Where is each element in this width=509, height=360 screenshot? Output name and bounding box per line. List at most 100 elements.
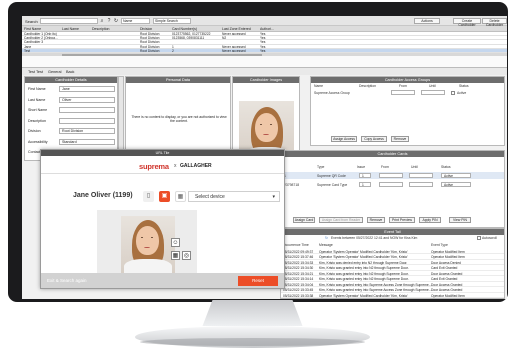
event-row[interactable]: 05/31/2022 15:34:21 Kim, Kristo was grant… (281, 271, 504, 276)
event-row[interactable]: 05/31/2022 15:33:38 Operator 'System Oper… (281, 293, 504, 298)
col-last-zone[interactable]: Last Zone Entered (222, 27, 251, 31)
cards-col-type[interactable]: Type (317, 165, 324, 169)
actions-button[interactable]: Actions (414, 18, 440, 24)
ag-active-checkbox[interactable] (451, 90, 455, 95)
search-input[interactable] (40, 18, 98, 24)
card-num: 23798718 (284, 182, 300, 187)
tab-general[interactable]: General (48, 70, 62, 74)
remove-access-button[interactable]: Remove (391, 136, 409, 142)
detail-field[interactable]: Root Division (59, 128, 115, 134)
tab-back[interactable]: Back (66, 70, 74, 74)
event-row[interactable]: 05/31/2022 09:49:37 Operator 'System Oper… (281, 249, 504, 254)
autoscroll-label: Autoscroll (482, 236, 497, 240)
card-from-field[interactable] (379, 182, 403, 187)
event-time: 05/31/2022 15:33:45 (283, 288, 314, 292)
card-issue[interactable]: 1 (359, 173, 371, 178)
autoscroll-checkbox[interactable] (477, 236, 481, 240)
ag-from-field[interactable] (391, 90, 415, 95)
search-toolbar: Search ⌕ ? ↻ Name Simple Search Actions … (22, 16, 507, 27)
device-select[interactable]: Select device ▾ (188, 191, 280, 202)
event-tail-panel: Event Tail ↻ Events between 05/27/2022 1… (280, 228, 505, 299)
col-cards[interactable]: Card Number(s) (172, 27, 197, 31)
cards-title: Cardholder Cards (281, 151, 504, 157)
monitor-bezel: Search ⌕ ? ↻ Name Simple Search Actions … (8, 2, 508, 302)
ag-col-until[interactable]: Until (429, 84, 436, 88)
detail-field[interactable]: Jane (59, 86, 115, 92)
cards-col-until[interactable]: Until (411, 165, 418, 169)
event-time: 05/31/2022 09:49:37 (283, 249, 314, 254)
ag-until-field[interactable] (421, 90, 445, 95)
ev-col-time[interactable]: Occurrence Time (283, 243, 309, 247)
event-row[interactable]: 05/31/2022 15:33:45 Kim, Kristo was grant… (281, 287, 504, 293)
card-status[interactable]: Active (441, 182, 471, 187)
detail-field[interactable]: Oliver (59, 96, 115, 103)
card-from-field[interactable] (379, 173, 403, 178)
search-icon[interactable]: ⌕ (99, 18, 105, 24)
view-pin-button[interactable]: View PIN (449, 217, 471, 223)
cards-col-status[interactable]: Status (441, 165, 451, 169)
event-type: Card Exit Granted (431, 277, 458, 281)
event-row[interactable]: 05/31/2022 15:34:30 Kim, Kristo was grant… (281, 265, 504, 271)
person-name: Jane Oliver (1199) (73, 192, 133, 199)
col-first-name[interactable]: First Name (24, 27, 41, 31)
event-type: Door Access Granted (431, 271, 463, 276)
print-preview-button[interactable]: Print Preview (389, 217, 415, 223)
remove-card-button[interactable]: Remove (367, 217, 385, 223)
assign-card-from-reader-button[interactable]: Assign Card from Reader (319, 217, 363, 223)
face-card-icon[interactable]: ▣ (159, 191, 170, 202)
mobile-device-icon[interactable]: ▯ (143, 191, 154, 202)
ag-col-name[interactable]: Name (314, 84, 323, 88)
person-icon[interactable]: ☺ (171, 238, 180, 247)
card-until-field[interactable] (409, 182, 433, 187)
col-description[interactable]: Description (92, 27, 110, 31)
detail-field[interactable] (59, 107, 115, 113)
ag-col-description[interactable]: Description (359, 84, 376, 88)
footer-hint-text: Exit & Search again (47, 278, 87, 283)
col-authorised[interactable]: Authori... (260, 27, 274, 31)
card-issue[interactable]: 1 (359, 182, 371, 187)
card-until-field[interactable] (409, 173, 433, 178)
cardholder-cards-panel: Cardholder Cards Type Issue From Until S… (280, 150, 505, 228)
ag-row-name[interactable]: Supreme Access Group (314, 91, 350, 95)
card-row[interactable]: 23798718 Supreme Card Type 1 Active (281, 181, 504, 188)
create-cardholder-button[interactable]: Create Cardholder (453, 18, 481, 27)
ev-col-message[interactable]: Message (319, 243, 333, 247)
reset-button[interactable]: Reset (238, 276, 278, 286)
help-icon[interactable]: ? (106, 18, 112, 24)
refresh-icon[interactable]: ↻ (113, 18, 119, 24)
cards-col-from[interactable]: From (381, 165, 389, 169)
delete-cardholder-button[interactable]: Delete Cardholder (482, 18, 507, 27)
event-row[interactable]: 05/31/2022 15:34:33 Kim, Kristo was denie… (281, 260, 504, 265)
col-division[interactable]: Division (140, 27, 152, 31)
refresh-events-icon[interactable]: ↻ (325, 236, 328, 240)
card-row[interactable]: 1Supreme QR Code1Active (281, 172, 504, 179)
cards-col-issue[interactable]: Issue (357, 165, 365, 169)
tab-test-test[interactable]: Test Test (28, 70, 43, 74)
detail-label: Last Name (28, 97, 46, 102)
event-row[interactable]: 05/31/2022 15:34:04 Kim, Kristo was grant… (281, 282, 504, 287)
apply-pin-button[interactable]: Apply PIN (419, 217, 441, 223)
col-last-name[interactable]: Last Name (62, 27, 79, 31)
event-row[interactable]: 05/31/2022 15:37:46 Operator 'System Oper… (281, 254, 504, 260)
ag-col-status[interactable]: Status (459, 84, 469, 88)
ev-col-type[interactable]: Event Type (431, 243, 448, 247)
search-mode-select[interactable]: Simple Search (153, 18, 191, 24)
qr-code-icon[interactable]: ▦ (171, 251, 180, 260)
search-field-select[interactable]: Name (121, 18, 150, 24)
detail-field[interactable] (59, 117, 115, 124)
event-row[interactable]: 05/31/2022 15:34:14 Kim, Kristo was grant… (281, 276, 504, 282)
card-status[interactable]: Active (441, 173, 471, 178)
ag-col-from[interactable]: From (399, 84, 407, 88)
fingerprint-icon[interactable]: ◎ (182, 251, 191, 260)
detail-field[interactable]: Standard (59, 138, 115, 145)
assign-card-button[interactable]: Assign Card (293, 217, 315, 223)
copy-access-button[interactable]: Copy Access (361, 136, 387, 142)
brand-header: suprema x GALLAGHER (41, 156, 284, 174)
event-msg: Operator 'System Operator' Modified Card… (319, 255, 408, 259)
event-type: Door Access Granted (431, 282, 463, 287)
event-time: 05/31/2022 15:34:21 (283, 271, 314, 276)
images-title: Cardholder Images (233, 77, 299, 83)
qr-icon[interactable]: ▦ (175, 191, 186, 202)
assign-access-button[interactable]: Assign Access (331, 136, 357, 142)
event-time: 05/31/2022 15:37:46 (283, 255, 314, 259)
